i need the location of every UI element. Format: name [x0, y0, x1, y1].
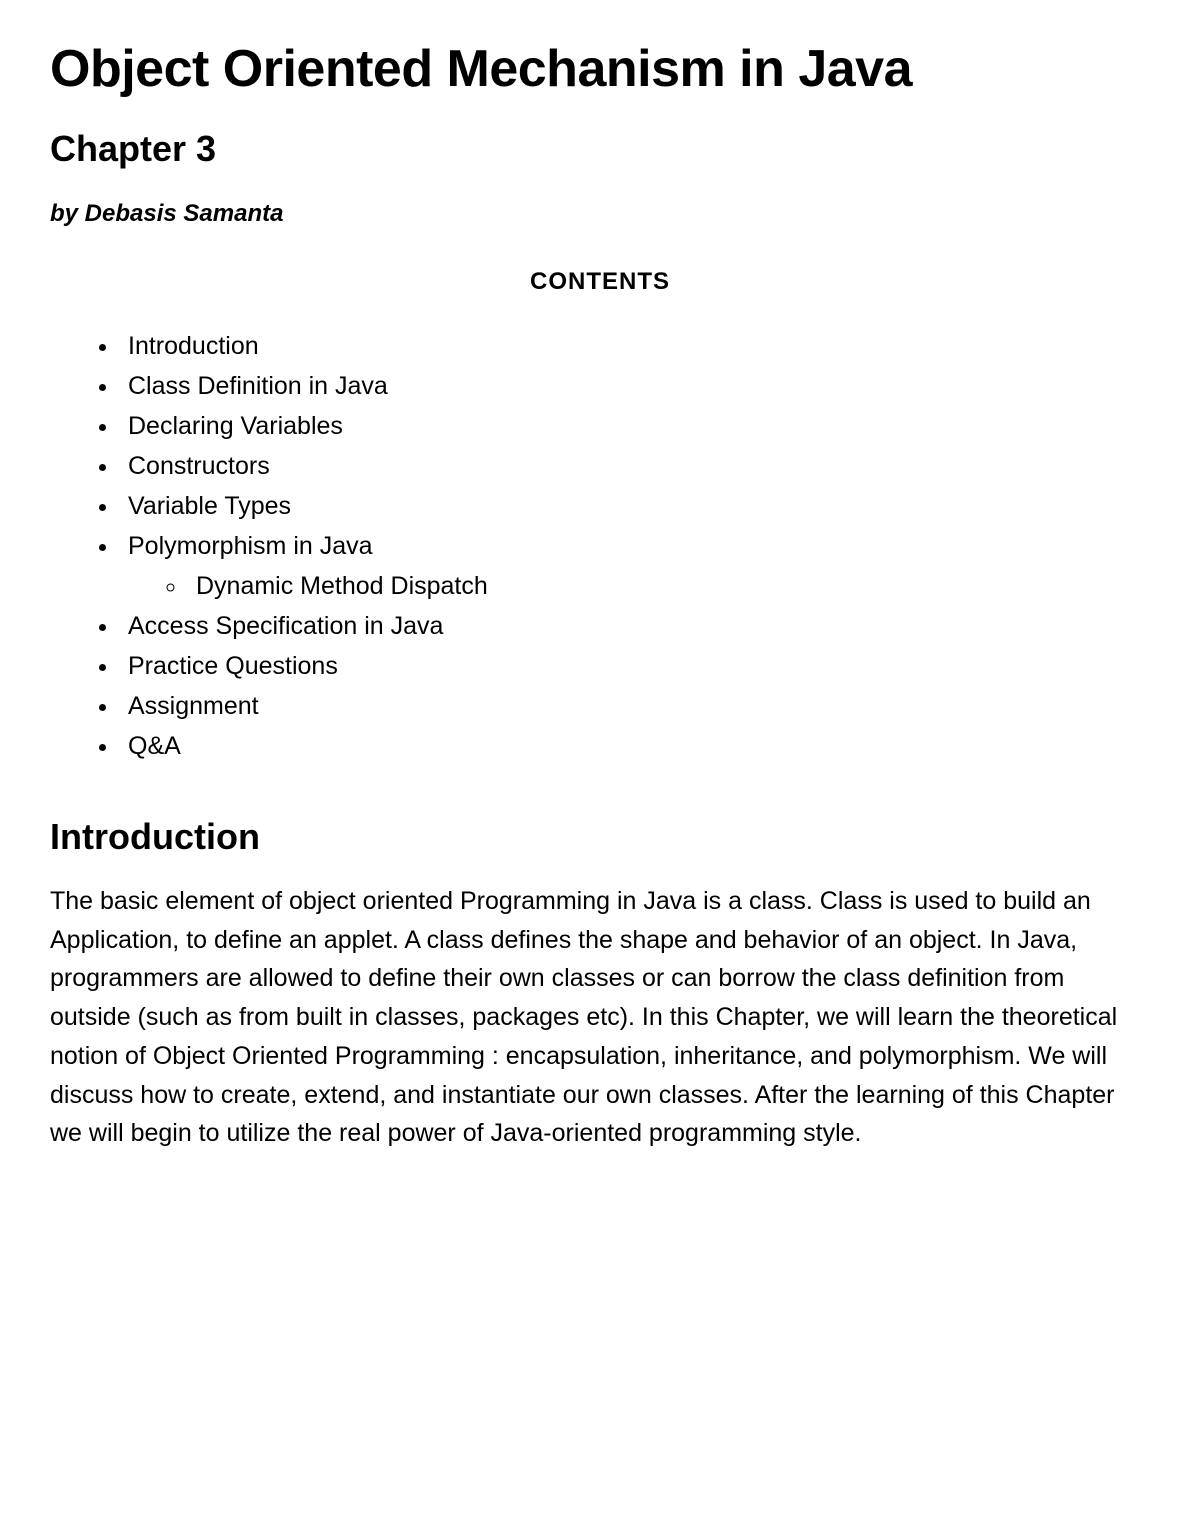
page-title: Object Oriented Mechanism in Java — [50, 40, 1150, 100]
toc-item[interactable]: Polymorphism in Java Dynamic Method Disp… — [120, 526, 1150, 606]
chapter-heading: Chapter 3 — [50, 128, 1150, 170]
section-body: The basic element of object oriented Pro… — [50, 882, 1150, 1153]
toc-item[interactable]: Introduction — [120, 326, 1150, 366]
author-byline: by Debasis Samanta — [50, 200, 1150, 228]
toc-item[interactable]: Declaring Variables — [120, 406, 1150, 446]
section-heading: Introduction — [50, 816, 1150, 858]
toc-item[interactable]: Class Definition in Java — [120, 366, 1150, 406]
toc-item-label: Polymorphism in Java — [128, 532, 373, 560]
contents-header: CONTENTS — [50, 268, 1150, 296]
toc-item[interactable]: Practice Questions — [120, 646, 1150, 686]
toc-item[interactable]: Assignment — [120, 686, 1150, 726]
toc-item[interactable]: Constructors — [120, 446, 1150, 486]
toc-subitem[interactable]: Dynamic Method Dispatch — [188, 566, 1150, 606]
toc-item[interactable]: Variable Types — [120, 486, 1150, 526]
toc-item[interactable]: Access Specification in Java — [120, 606, 1150, 646]
table-of-contents: Introduction Class Definition in Java De… — [50, 326, 1150, 766]
toc-item[interactable]: Q&A — [120, 726, 1150, 766]
